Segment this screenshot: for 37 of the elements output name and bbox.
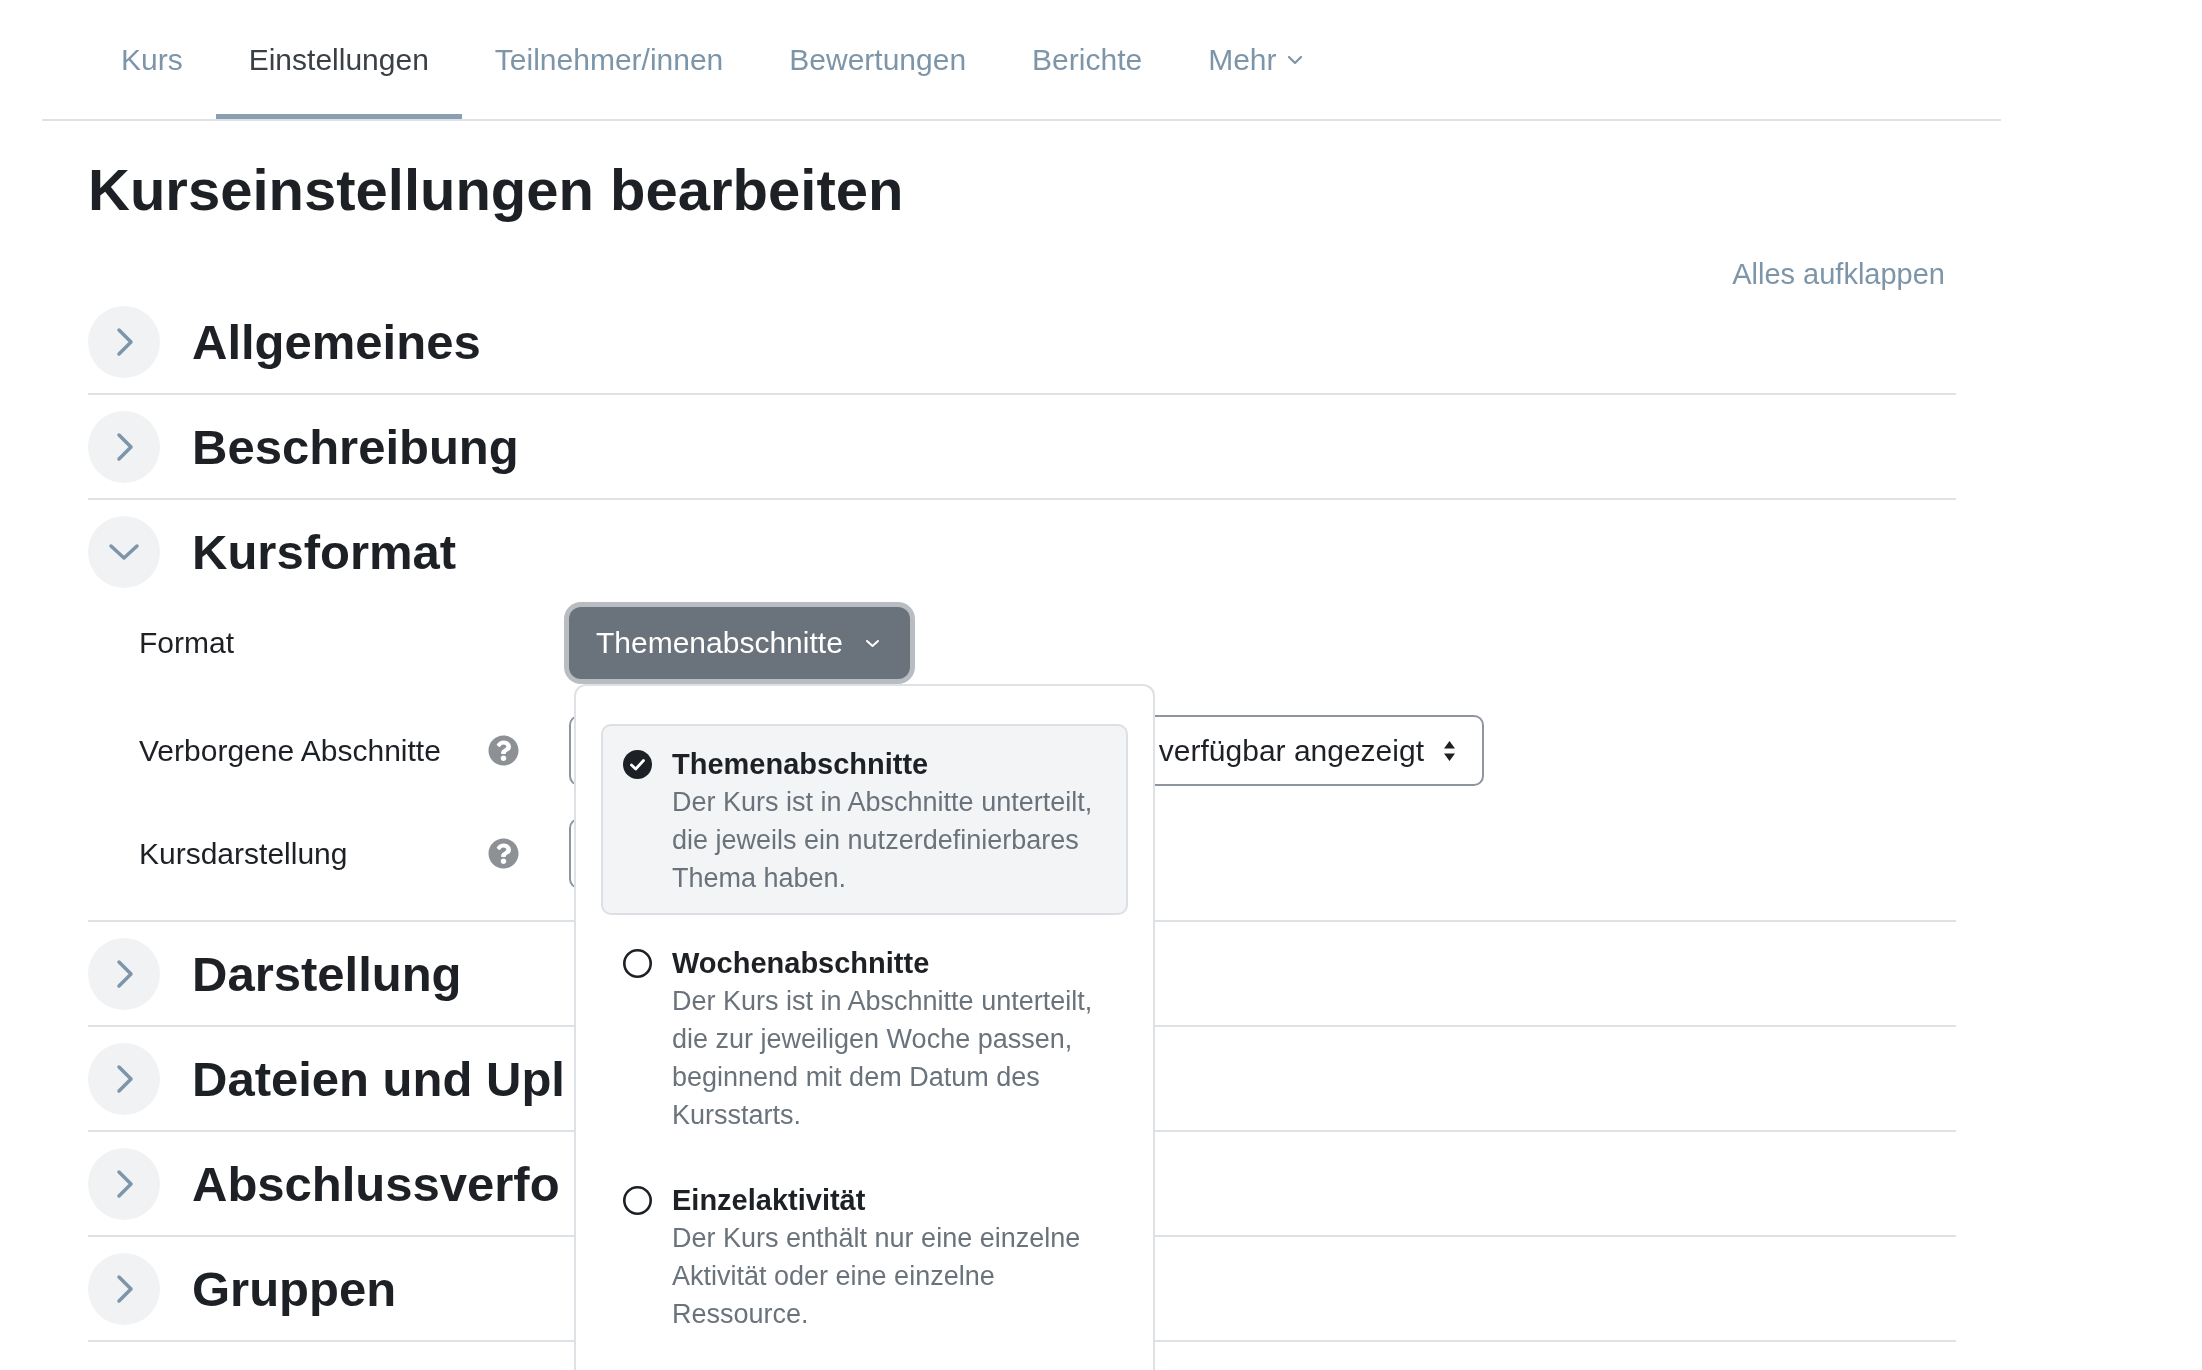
help-icon[interactable] bbox=[488, 735, 519, 766]
option-description: Der Kurs ist in Abschnitte unterteilt, die jeweils ein nutzerdefinierbares Thema haben. bbox=[672, 786, 1094, 895]
field-label: Verborgene Abschnitte bbox=[139, 732, 441, 769]
help-icon[interactable] bbox=[488, 838, 519, 869]
chevron-right-icon[interactable] bbox=[88, 410, 160, 483]
select-value: verfügbar angezeigt bbox=[1158, 732, 1424, 769]
chevron-down-icon bbox=[1286, 54, 1303, 65]
chevron-right-icon[interactable] bbox=[88, 305, 160, 378]
page-title: Kurseinstellungen bearbeiten bbox=[88, 156, 904, 224]
section-heading[interactable]: Beschreibung bbox=[192, 416, 519, 477]
check-circle-icon bbox=[623, 750, 652, 779]
menu-option[interactable]: Themenabschnitte Der Kurs ist in Abschnitte unterteilt, die jeweils ein nutzerdefinierbares Thema haben. bbox=[601, 724, 1128, 915]
section-heading[interactable]: Darstellung bbox=[192, 943, 462, 1004]
menu-option[interactable]: Wochenabschnitte Der Kurs ist in Abschnitte unterteilt, die zur jeweiligen Woche passen, beginnend mit dem Datum des Kursstarts. bbox=[601, 923, 1128, 1152]
option-description: Der Kurs ist in Abschnitte unterteilt, die zur jeweiligen Woche passen, beginnend mit dem Datum des Kursstarts. bbox=[672, 985, 1094, 1132]
chevron-down-icon[interactable] bbox=[88, 515, 160, 588]
chevron-right-icon[interactable] bbox=[88, 1042, 160, 1115]
section-heading[interactable]: Kursformat bbox=[192, 521, 457, 582]
section-heading[interactable]: Gruppen bbox=[192, 1258, 397, 1319]
chevron-down-icon bbox=[864, 638, 880, 648]
chevron-right-icon[interactable] bbox=[88, 937, 160, 1010]
nav-tab[interactable]: Einstellungen bbox=[215, 0, 462, 119]
option-description: Der Kurs enthält nur eine einzelne Aktivität oder eine einzelne Ressource. bbox=[672, 1222, 1082, 1331]
up-down-caret-icon bbox=[1443, 739, 1456, 762]
empty-circle-icon bbox=[623, 949, 652, 978]
section-heading[interactable]: Dateien und Upl bbox=[192, 1048, 565, 1109]
empty-circle-icon bbox=[623, 1186, 652, 1215]
option-title: Einzelaktivität bbox=[672, 1183, 866, 1218]
option-title: Wochenabschnitte bbox=[672, 946, 930, 981]
option-title: Themenabschnitte bbox=[672, 747, 929, 782]
chevron-right-icon[interactable] bbox=[88, 1147, 160, 1220]
section-heading[interactable]: Allgemeines bbox=[192, 311, 481, 372]
field-label: Format bbox=[139, 625, 234, 661]
section-heading[interactable]: Abschlussverfo bbox=[192, 1153, 560, 1214]
field-label: Kursdarstellung bbox=[139, 835, 348, 872]
menu-option[interactable]: Einzelaktivität Der Kurs enthält nur eine einzelne Aktivität oder eine einzelne Ressource. bbox=[601, 1160, 1128, 1351]
chevron-right-icon[interactable] bbox=[88, 1252, 160, 1325]
